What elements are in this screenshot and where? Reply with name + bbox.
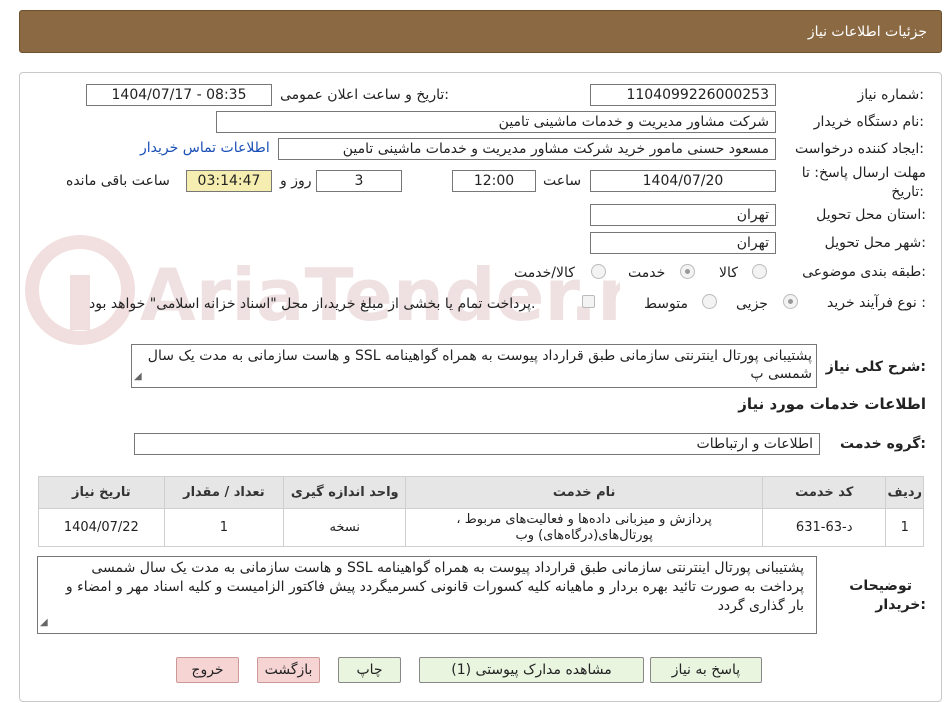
category-option-goods-service: کالا/خدمت (514, 265, 575, 281)
process-option-medium: متوسط (644, 296, 688, 312)
requester-label: ایجاد کننده درخواست: (795, 141, 924, 157)
window-title-bar: جزئیات اطلاعات نیاز (19, 10, 942, 53)
treasury-payment-note: پرداخت تمام یا بخشی از مبلغ خرید،از محل … (89, 296, 536, 312)
buyer-notes-textarea[interactable]: پشتیبانی پورتال اینترنتی سازمانی طبق قرا… (37, 556, 817, 634)
deadline-label: مهلت ارسال پاسخ: تا (801, 165, 926, 181)
process-label: نوع فرآیند خرید : (827, 295, 926, 311)
summary-label: شرح کلی نیاز: (825, 359, 926, 375)
resize-handle-icon[interactable]: ◢ (134, 368, 142, 386)
resize-handle-icon[interactable]: ◢ (40, 613, 48, 632)
cell-row-no: 1 (885, 508, 924, 547)
buyer-notes-text: پشتیبانی پورتال اینترنتی سازمانی طبق قرا… (65, 560, 804, 614)
deadline-label-2: تاریخ: (891, 184, 924, 200)
cell-service-name: پردازش و میزبانی داده‌ها و فعالیت‌های مر… (405, 508, 763, 547)
remaining-time-label: ساعت باقی مانده (66, 173, 170, 189)
deadline-time-field[interactable]: 12:00 (452, 170, 536, 192)
buyer-notes-label: توضیحات (849, 578, 912, 594)
cell-service-code: د-63-631 (761, 508, 887, 547)
deadline-time-label: ساعت (543, 173, 582, 189)
days-label: روز و (280, 173, 312, 189)
city-field[interactable]: تهران (590, 232, 776, 254)
services-heading: اطلاعات خدمات مورد نیاز (738, 395, 926, 413)
buyer-org-label: نام دستگاه خریدار: (813, 114, 924, 130)
window-title: جزئیات اطلاعات نیاز (807, 24, 927, 40)
cell-quantity: 1 (163, 508, 285, 547)
process-radio-medium[interactable] (702, 294, 717, 309)
buyer-notes-label-2: خریدار: (875, 597, 926, 613)
deadline-date-field[interactable]: 1404/07/20 (590, 170, 776, 192)
summary-textarea[interactable]: پشتیبانی پورتال اینترنتی سازمانی طبق قرا… (131, 344, 817, 388)
need-number-field[interactable]: 1104099226000253 (590, 84, 776, 106)
col-header-unit: واحد اندازه گیری (283, 476, 407, 509)
category-radio-service[interactable] (680, 264, 695, 279)
reply-button[interactable]: پاسخ به نیاز (650, 657, 762, 683)
table-row: 1 د-63-631 پردازش و میزبانی داده‌ها و فع… (38, 508, 924, 547)
buyer-contact-link[interactable]: اطلاعات تماس خریدار (140, 140, 270, 156)
announce-datetime-label: تاریخ و ساعت اعلان عمومی: (280, 87, 449, 103)
print-button[interactable]: چاپ (338, 657, 401, 683)
need-number-label: شماره نیاز: (857, 87, 924, 103)
service-group-label: گروه خدمت: (840, 436, 926, 452)
category-option-service: خدمت (628, 265, 666, 281)
col-header-need-date: تاریخ نیاز (38, 476, 165, 509)
category-radio-goods[interactable] (752, 264, 767, 279)
announce-datetime-field[interactable]: 1404/07/17 - 08:35 (86, 84, 272, 106)
days-field[interactable]: 3 (316, 170, 402, 192)
view-attachments-button[interactable]: مشاهده مدارک پیوستی (1) (419, 657, 644, 683)
col-header-quantity: تعداد / مقدار (163, 476, 285, 509)
requester-field[interactable]: مسعود حسنی مامور خرید شرکت مشاور مدیریت … (278, 138, 776, 160)
cell-need-date: 1404/07/22 (38, 508, 165, 547)
treasury-payment-checkbox[interactable] (582, 295, 595, 308)
exit-button[interactable]: خروج (176, 657, 239, 683)
services-table: ردیف کد خدمت نام خدمت واحد اندازه گیری ت… (38, 476, 924, 547)
buyer-org-field[interactable]: شرکت مشاور مدیریت و خدمات ماشینی تامین (216, 111, 776, 133)
process-option-minor: جزیی (736, 296, 768, 312)
category-radio-goods-service[interactable] (591, 264, 606, 279)
province-field[interactable]: تهران (590, 204, 776, 226)
city-label: شهر محل تحویل: (824, 235, 926, 251)
summary-text: پشتیبانی پورتال اینترنتی سازمانی طبق قرا… (147, 348, 812, 382)
category-label: طبقه بندی موضوعی: (802, 264, 926, 280)
back-button[interactable]: بازگشت (257, 657, 320, 683)
col-header-row-no: ردیف (885, 476, 924, 509)
category-option-goods: کالا (719, 265, 738, 281)
process-radio-minor[interactable] (783, 294, 798, 309)
remaining-time-field: 03:14:47 (186, 170, 272, 192)
col-header-service-code: کد خدمت (761, 476, 887, 509)
service-group-field[interactable]: اطلاعات و ارتباطات (134, 433, 820, 455)
col-header-service-name: نام خدمت (405, 476, 763, 509)
table-header-row: ردیف کد خدمت نام خدمت واحد اندازه گیری ت… (38, 476, 924, 509)
cell-unit: نسخه (283, 508, 407, 547)
province-label: استان محل تحویل: (816, 207, 926, 223)
